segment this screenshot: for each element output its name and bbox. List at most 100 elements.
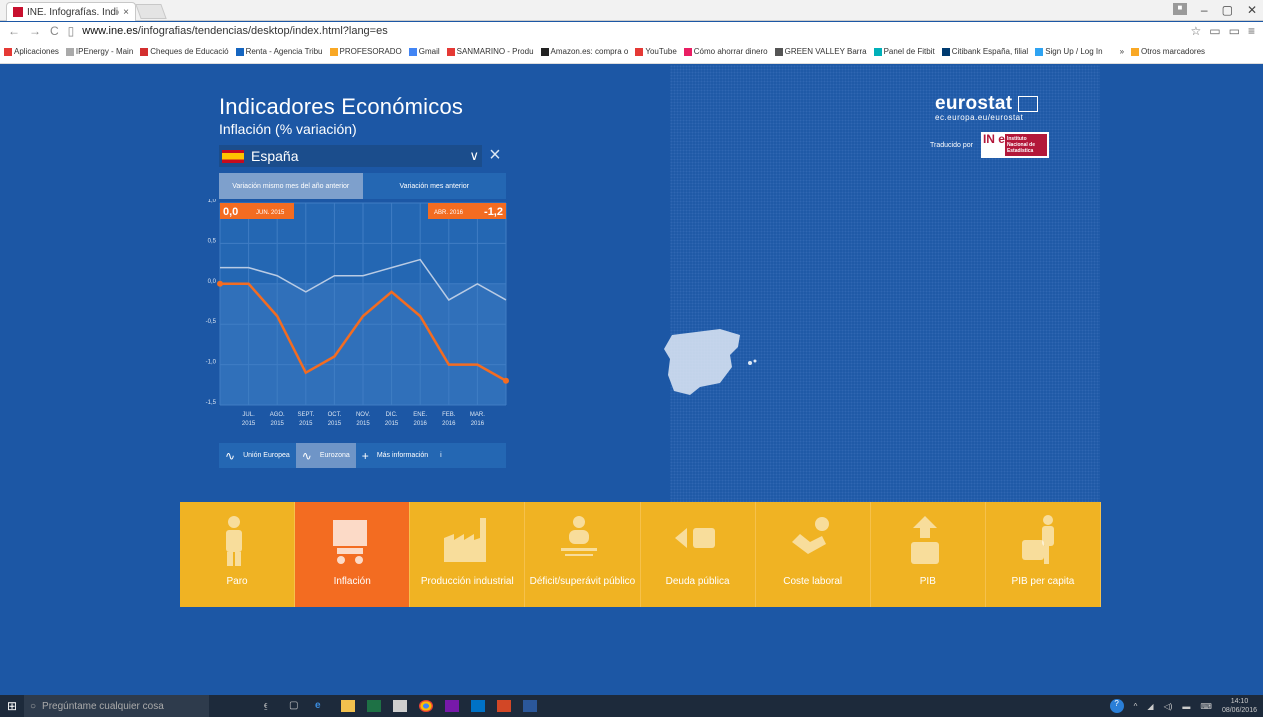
x-tick-label-month: NOV. xyxy=(356,412,370,418)
back-icon[interactable]: ← xyxy=(8,24,20,38)
chart-legend: ∿ Unión Europea ∿ Eurozona + Más informació… xyxy=(219,443,506,468)
onenote-icon[interactable] xyxy=(445,700,459,712)
x-tick-label-year: 2015 xyxy=(328,421,342,427)
clock[interactable]: 14:10 08/06/2016 xyxy=(1222,697,1257,715)
bookmark-label: SANMARINO - Produ xyxy=(456,47,534,56)
bookmark-item[interactable]: Citibank España, filial xyxy=(941,47,1028,56)
info-button[interactable]: i xyxy=(434,443,448,468)
edge-icon[interactable]: e xyxy=(315,700,329,712)
x-tick-label-year: 2015 xyxy=(299,421,313,427)
star-icon[interactable]: ☆ xyxy=(1191,24,1202,38)
bookmark-label: Cómo ahorrar dinero xyxy=(693,47,768,56)
chevron-up-icon[interactable]: ^ xyxy=(1134,702,1138,711)
bookmark-item[interactable]: Panel de Fitbit xyxy=(873,47,935,56)
url-field[interactable]: www.ine.es/infografias/tendencias/deskto… xyxy=(82,25,387,37)
volume-icon[interactable]: ◁) xyxy=(1164,702,1173,711)
person-box-icon xyxy=(1021,515,1054,564)
bookmark-item[interactable]: Sign Up / Log In xyxy=(1035,47,1103,56)
chrome-icon[interactable] xyxy=(419,700,433,712)
bookmark-item[interactable]: GREEN VALLEY Barra xyxy=(774,47,867,56)
excel-icon[interactable] xyxy=(367,700,381,712)
x-tick-label-month: MAR. xyxy=(470,412,485,418)
cast-icon[interactable]: ▭ xyxy=(1229,24,1240,38)
bookmark-item[interactable]: IPEnergy - Main xyxy=(65,47,133,56)
pib-up-icon xyxy=(910,516,939,564)
eurostat-logo[interactable]: eurostat ec.europa.eu/eurostat xyxy=(935,93,1065,122)
store-icon[interactable] xyxy=(393,700,407,712)
indicator-card[interactable]: PIB per capita xyxy=(985,502,1101,607)
series-start-point xyxy=(217,280,223,287)
indicator-card[interactable]: Inflación xyxy=(295,502,411,607)
plus-icon: + xyxy=(361,448,369,463)
x-tick-label-month: JUL. xyxy=(242,412,255,418)
tab-close-icon[interactable]: × xyxy=(123,7,129,18)
clock-date: 08/06/2016 xyxy=(1221,707,1257,714)
indicator-card[interactable]: Déficit/superávit público xyxy=(525,502,641,607)
outlook-icon[interactable] xyxy=(471,700,485,712)
close-window-icon[interactable]: ✕ xyxy=(1247,3,1257,17)
extension-icon[interactable]: ▭ xyxy=(1209,24,1220,38)
powerpoint-icon[interactable] xyxy=(497,700,511,712)
minimize-icon[interactable]: – xyxy=(1201,3,1208,17)
bookmark-label: Otros marcadores xyxy=(1141,47,1206,56)
indicator-card[interactable]: PIB xyxy=(870,502,986,607)
bookmark-item[interactable]: Gmail xyxy=(408,47,440,56)
system-tray: ? ^ ◢ ◁) ▬ ⌨ 14:10 08/06/2016 xyxy=(1109,697,1263,715)
windows-start-icon[interactable]: ⊞ xyxy=(0,695,24,717)
bookmark-icon xyxy=(873,47,882,56)
bookmark-item[interactable]: SANMARINO - Produ xyxy=(446,47,534,56)
tab-monthly-variation[interactable]: Variación mes anterior xyxy=(362,173,506,199)
notifications-icon[interactable]: ▬ xyxy=(1182,702,1190,711)
bookmark-icon xyxy=(329,47,338,56)
tab-yearly-variation[interactable]: Variación mismo mes del año anterior xyxy=(219,173,363,199)
task-view-icon[interactable]: ▢ xyxy=(289,700,303,712)
indicator-card[interactable]: Producción industrial xyxy=(410,502,526,607)
keyboard-icon[interactable]: ⌨ xyxy=(1200,702,1212,711)
x-tick-label-month: SEPT. xyxy=(297,412,314,418)
bookmark-icon xyxy=(235,47,244,56)
bookmark-icon xyxy=(65,47,74,56)
legend-eu[interactable]: ∿ Unión Europea xyxy=(219,443,296,468)
x-tick-label-year: 2015 xyxy=(385,421,399,427)
indicator-card[interactable]: Paro xyxy=(180,502,296,607)
bookmark-item[interactable]: Amazon.es: compra o xyxy=(540,47,628,56)
forward-icon[interactable]: → xyxy=(29,24,41,38)
bookmark-item[interactable]: YouTube xyxy=(635,47,677,56)
network-icon[interactable]: ◢ xyxy=(1147,702,1153,711)
more-info-button[interactable]: + Más información xyxy=(356,443,434,468)
indicator-card[interactable]: Coste laboral xyxy=(755,502,871,607)
ine-logo[interactable]: IN e Instituto Nacional de Estadística xyxy=(980,132,1049,158)
bookmark-item[interactable]: » xyxy=(1109,47,1124,56)
close-button[interactable]: × xyxy=(484,145,506,167)
bookmark-item[interactable]: Cómo ahorrar dinero xyxy=(683,47,768,56)
explorer-icon[interactable] xyxy=(341,700,355,712)
word-icon[interactable] xyxy=(523,700,537,712)
indicator-card-label: Coste laboral xyxy=(783,576,843,587)
user-profile-icon[interactable]: ■ xyxy=(1172,3,1187,15)
maximize-icon[interactable]: ▢ xyxy=(1222,3,1233,17)
x-tick-label-month: FEB. xyxy=(442,412,456,418)
bookmark-item[interactable]: PROFESORADO xyxy=(329,47,402,56)
help-icon[interactable]: ? xyxy=(1109,699,1124,713)
indicator-card[interactable]: Deuda pública xyxy=(640,502,756,607)
x-tick-label-year: 2016 xyxy=(471,421,485,427)
menu-icon[interactable]: ≡ xyxy=(1248,24,1255,38)
new-tab-button[interactable] xyxy=(135,4,167,19)
bookmarks-bar: Aplicaciones IPEnergy - Main Cheques de Ed… xyxy=(0,40,1263,64)
browser-tab[interactable]: INE. Infografías. Indicado × xyxy=(6,2,136,21)
bookmark-label: Renta - Agencia Tribu xyxy=(245,47,323,56)
cortana-search[interactable]: ○ Pregúntame cualquier cosa xyxy=(24,695,209,717)
bookmark-icon xyxy=(1131,47,1140,56)
legend-eurozone[interactable]: ∿ Eurozona xyxy=(295,443,356,468)
reload-icon[interactable]: C xyxy=(50,24,59,38)
bookmark-item[interactable]: Aplicaciones xyxy=(4,47,59,56)
country-select[interactable]: España ∨ xyxy=(219,145,482,167)
mic-icon[interactable]: ⍷ xyxy=(263,700,277,712)
translated-by: Traducido por IN e Instituto Nacional de… xyxy=(930,132,1049,158)
bookmark-item[interactable]: Renta - Agencia Tribu xyxy=(235,47,323,56)
bookmark-item[interactable]: Cheques de Educació xyxy=(140,47,229,56)
chevron-down-icon[interactable]: ∨ xyxy=(469,148,479,164)
bookmark-item[interactable]: Otros marcadores xyxy=(1131,47,1205,56)
search-circle-icon: ○ xyxy=(30,700,37,712)
line-chart-icon: ∿ xyxy=(301,448,312,463)
